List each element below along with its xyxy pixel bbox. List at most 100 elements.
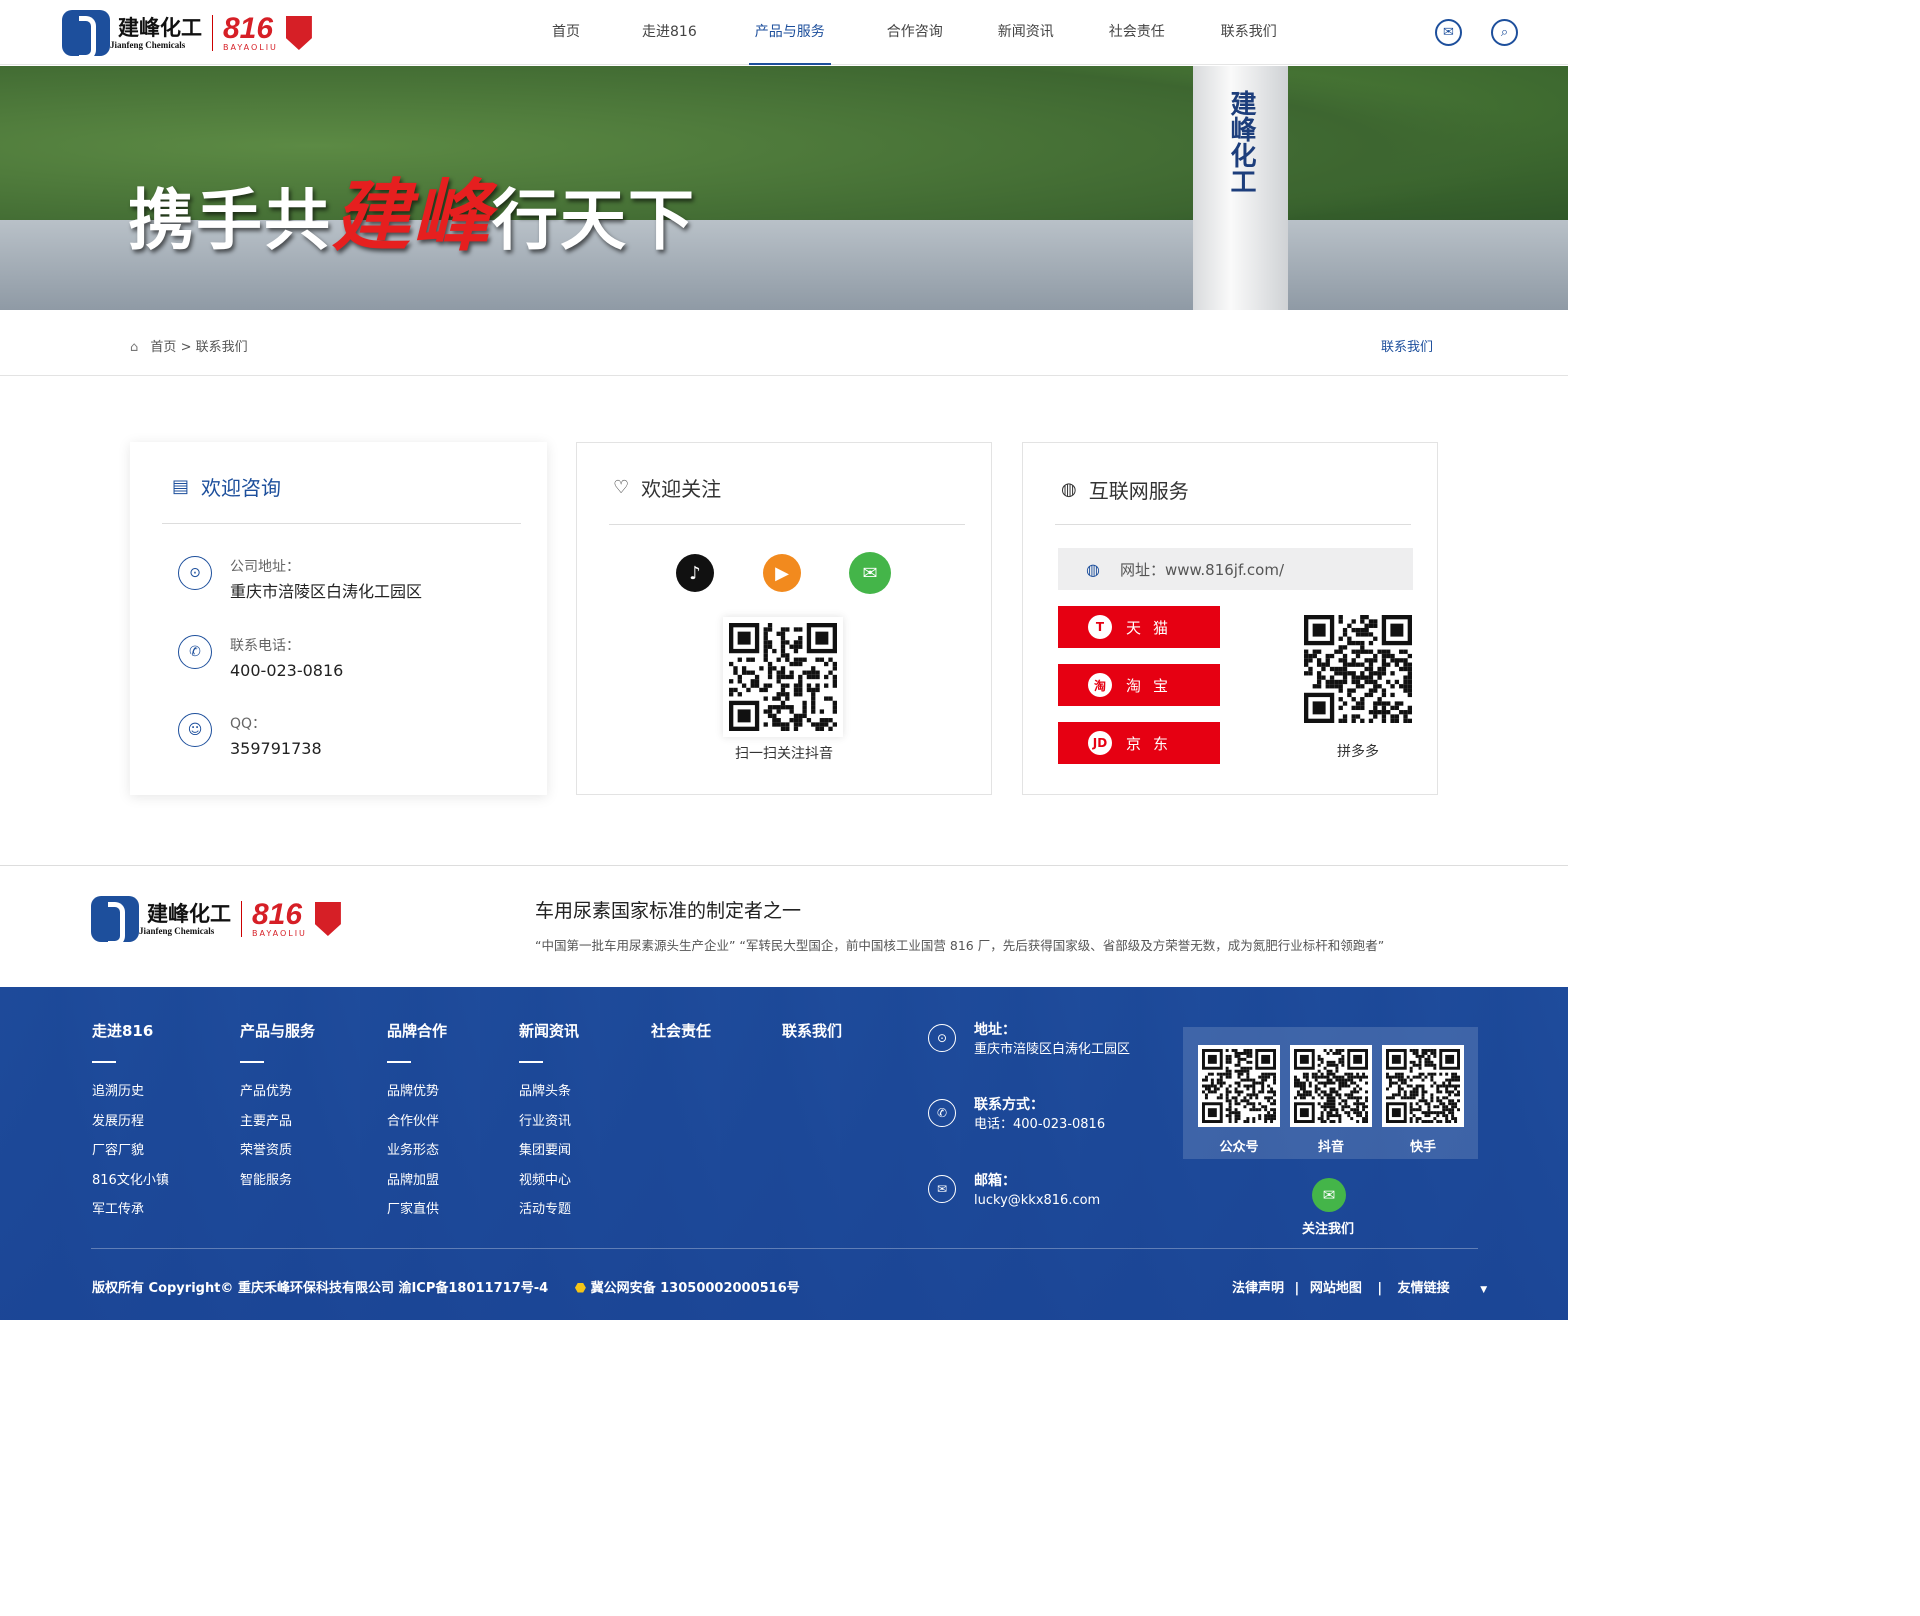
footer-link[interactable]: 816文化小镇 xyxy=(92,1166,169,1196)
qq-label: QQ： xyxy=(230,716,267,732)
pinduoduo-caption: 拼多多 xyxy=(1337,744,1379,760)
location-icon: ⊙ xyxy=(928,1024,956,1052)
footer-intro-desc: “中国第一批车用尿素源头生产企业” “军转民大型国企，前中国核工业国营 816 … xyxy=(535,938,1385,953)
footer-link[interactable]: 军工传承 xyxy=(92,1195,169,1225)
footer-link[interactable]: 集团要闻 xyxy=(519,1136,579,1166)
email-value[interactable]: lucky@kkx816.com xyxy=(974,1191,1100,1211)
nav-contact[interactable]: 联系我们 xyxy=(1221,0,1277,65)
footer-link[interactable]: 主要产品 xyxy=(240,1107,315,1137)
footer-link[interactable]: 品牌优势 xyxy=(387,1077,447,1107)
footer-link[interactable]: 合作伙伴 xyxy=(387,1107,447,1137)
footer-col-title[interactable]: 产品与服务 xyxy=(240,1020,315,1041)
nav-about[interactable]: 走进816 xyxy=(642,0,697,65)
kuaishou-icon[interactable]: ▶ xyxy=(763,554,801,592)
wechat-icon[interactable]: ✉ xyxy=(1435,19,1462,46)
divider xyxy=(1055,524,1411,525)
divider xyxy=(609,524,965,525)
nav-cooperation[interactable]: 合作咨询 xyxy=(887,0,943,65)
breadcrumb-current: 联系我们 xyxy=(195,340,248,355)
footer-link[interactable]: 厂家直供 xyxy=(387,1195,447,1225)
site-footer: 走进816 追溯历史 发展历程 厂容厂貌 816文化小镇 军工传承 产品与服务 … xyxy=(0,987,1568,1320)
logo-en: Jianfeng Chemicals xyxy=(139,926,215,936)
brand-sub: BAYAOLIU xyxy=(223,42,278,52)
logo-en: Jianfeng Chemicals xyxy=(110,40,186,50)
taobao-button[interactable]: 淘 淘宝 xyxy=(1058,664,1220,706)
tmall-label: 天猫 xyxy=(1126,618,1181,637)
nav-social[interactable]: 社会责任 xyxy=(1109,0,1165,65)
footer-col-social: 社会责任 xyxy=(651,1020,711,1041)
footer-col-title[interactable]: 新闻资讯 xyxy=(519,1020,579,1041)
footer-link[interactable]: 视频中心 xyxy=(519,1166,579,1196)
tmall-icon: T xyxy=(1088,615,1112,639)
underline xyxy=(387,1061,411,1063)
search-icon[interactable]: ⌕ xyxy=(1491,19,1518,46)
internet-card: ◍ 互联网服务 ◍ 网址：www.816jf.com/ T 天猫 淘 淘宝 JD… xyxy=(1022,442,1438,795)
footer-link[interactable]: 产品优势 xyxy=(240,1077,315,1107)
consult-title: ▤ 欢迎咨询 xyxy=(172,472,281,501)
wechat-icon[interactable]: ✉ xyxy=(849,552,891,594)
footer-phone: ✆ 联系方式： 电话：400-023-0816 xyxy=(928,1095,1105,1135)
consult-card: ▤ 欢迎咨询 ⊙ 公司地址： 重庆市涪陵区白涛化工园区 ✆ 联系电话： 400-02… xyxy=(130,442,547,795)
footer-link[interactable]: 发展历程 xyxy=(92,1107,169,1137)
footer-link[interactable]: 荣誉资质 xyxy=(240,1136,315,1166)
footer-link[interactable]: 业务形态 xyxy=(387,1136,447,1166)
police-record[interactable]: 冀公网安备 13050002000516号 xyxy=(591,1281,800,1296)
qr-pattern xyxy=(1294,1049,1368,1123)
footer-link[interactable]: 智能服务 xyxy=(240,1166,315,1196)
divider xyxy=(162,523,521,524)
jd-button[interactable]: JD 京东 xyxy=(1058,722,1220,764)
footer-email: ✉ 邮箱： lucky@kkx816.com xyxy=(928,1171,1100,1211)
follow-us-label[interactable]: 关注我们 xyxy=(1302,1218,1354,1237)
jd-icon: JD xyxy=(1088,731,1112,755)
footer-link[interactable]: 品牌头条 xyxy=(519,1077,579,1107)
footer-col-news: 新闻资讯 品牌头条 行业资讯 集团要闻 视频中心 活动专题 xyxy=(519,1020,579,1225)
legal-link[interactable]: 法律声明 xyxy=(1232,1281,1284,1296)
chat-icon: ▤ xyxy=(172,476,190,497)
site-logo[interactable]: 建峰化工 Jianfeng Chemicals 816 BAYAOLIU xyxy=(62,10,312,60)
location-icon: ⊙ xyxy=(178,556,212,590)
globe-icon: ◍ xyxy=(1061,479,1077,500)
footer-address: ⊙ 地址： 重庆市涪陵区白涛化工园区 xyxy=(928,1020,1130,1060)
tmall-button[interactable]: T 天猫 xyxy=(1058,606,1220,648)
address-label: 地址： xyxy=(974,1022,1016,1038)
address-value: 重庆市涪陵区白涛化工园区 xyxy=(974,1042,1131,1057)
sitemap-link[interactable]: 网站地图 xyxy=(1310,1281,1362,1296)
footer-link[interactable]: 品牌加盟 xyxy=(387,1166,447,1196)
footer-logo[interactable]: 建峰化工 Jianfeng Chemicals 816 BAYAOLIU xyxy=(91,896,341,946)
wechat-icon[interactable]: ✉ xyxy=(1312,1178,1346,1212)
follow-qr-caption: 扫一扫关注抖音 xyxy=(735,746,833,762)
footer-link[interactable]: 厂容厂貌 xyxy=(92,1136,169,1166)
footer-link[interactable]: 行业资讯 xyxy=(519,1107,579,1137)
mail-icon: ✉ xyxy=(928,1175,956,1203)
breadcrumb-home[interactable]: 首页 xyxy=(150,340,176,355)
footer-col-title[interactable]: 走进816 xyxy=(92,1020,169,1041)
qr-pattern xyxy=(729,623,837,731)
logo-divider xyxy=(212,15,213,51)
footer-link[interactable]: 追溯历史 xyxy=(92,1077,169,1107)
qr-pattern xyxy=(1304,615,1412,723)
section-divider xyxy=(0,865,1568,866)
qq-icon: ☺ xyxy=(178,713,212,747)
pinduoduo-qr-code xyxy=(1304,615,1412,723)
email-label: 邮箱： xyxy=(974,1173,1016,1189)
nav-home[interactable]: 首页 xyxy=(552,0,580,65)
nav-news[interactable]: 新闻资讯 xyxy=(998,0,1054,65)
caret-down-icon[interactable]: ▼ xyxy=(1480,1285,1487,1295)
footer-link[interactable]: 活动专题 xyxy=(519,1195,579,1225)
footer-col-title[interactable]: 品牌合作 xyxy=(387,1020,447,1041)
logo-divider xyxy=(241,901,242,937)
website-url[interactable]: ◍ 网址：www.816jf.com/ xyxy=(1058,548,1413,590)
slogan-red: 建峰 xyxy=(332,171,493,262)
tower-text: 建峰化工 xyxy=(1226,90,1256,194)
footer-col-brand: 品牌合作 品牌优势 合作伙伴 业务形态 品牌加盟 厂家直供 xyxy=(387,1020,447,1225)
banner-tower: 建峰化工 xyxy=(1193,66,1288,310)
slogan-part-b: 行天下 xyxy=(492,182,697,259)
phone-value: 电话：400-023-0816 xyxy=(974,1117,1106,1132)
douyin-icon[interactable]: ♪ xyxy=(676,554,714,592)
breadcrumb-right-label[interactable]: 联系我们 xyxy=(1381,336,1433,355)
nav-products[interactable]: 产品与服务 xyxy=(748,0,831,65)
qr-caption: 抖音 xyxy=(1317,1140,1344,1155)
friend-links-dropdown[interactable]: 友情链接 xyxy=(1398,1281,1450,1296)
footer-col-title[interactable]: 社会责任 xyxy=(651,1020,711,1041)
footer-col-title[interactable]: 联系我们 xyxy=(782,1020,842,1041)
